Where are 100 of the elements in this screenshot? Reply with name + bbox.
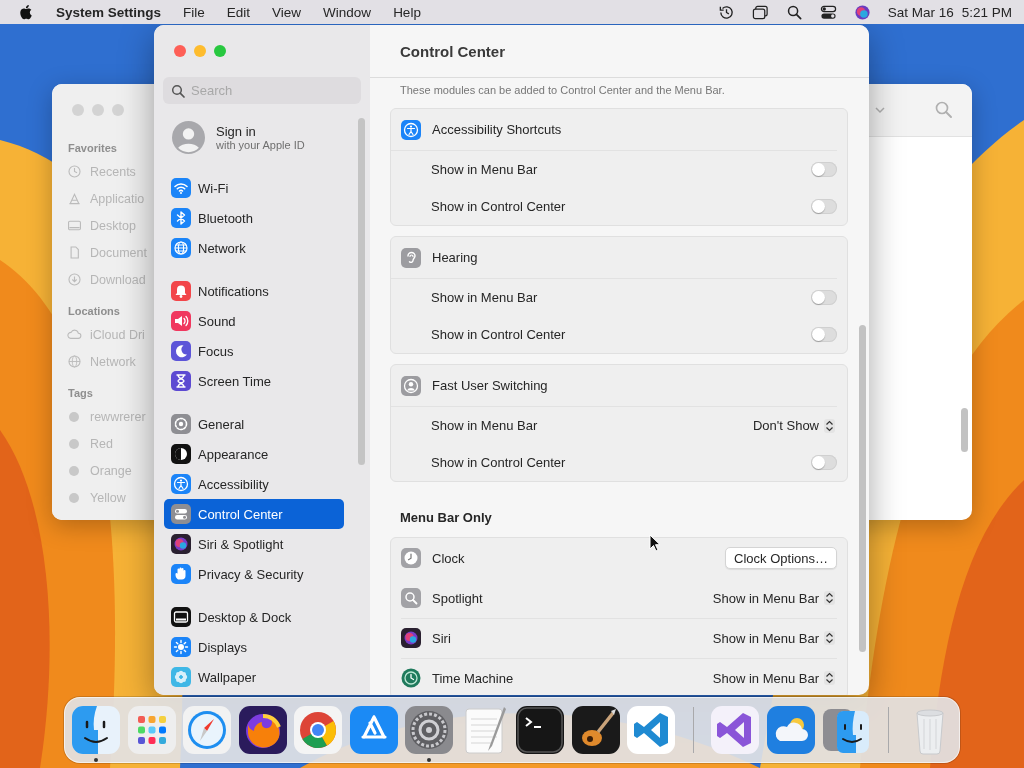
toggle-switch[interactable] <box>811 162 837 177</box>
apple-icon[interactable] <box>18 3 34 21</box>
menu-item[interactable]: View <box>272 4 302 20</box>
sidebar-item[interactable]: General <box>164 409 344 439</box>
sidebar-heading: Tags <box>67 386 93 401</box>
fox-icon[interactable] <box>237 705 288 755</box>
sidebar-item[interactable]: Bluetooth <box>164 203 344 233</box>
cloud-sun-icon[interactable] <box>765 705 816 755</box>
hand-icon <box>171 564 191 584</box>
sidebar-item[interactable]: Desktop & Dock <box>164 602 344 632</box>
sidebar-item[interactable]: Screen Time <box>164 366 344 396</box>
gear-icon <box>171 414 191 434</box>
search-icon <box>401 588 421 608</box>
sidebar-item[interactable]: Focus <box>164 336 344 366</box>
clock-icon <box>401 548 421 568</box>
setting-label: Show in Menu Bar <box>431 290 538 305</box>
module-name: Clock <box>432 550 466 566</box>
sidebar-item[interactable]: Appearance <box>164 439 344 469</box>
scrollbar[interactable] <box>961 408 968 452</box>
contrast-icon <box>171 444 191 464</box>
module-name: Fast User Switching <box>432 378 548 393</box>
popup-button[interactable]: Show in Menu Bar <box>706 668 837 688</box>
menu-item[interactable]: File <box>183 4 205 20</box>
module-name: Hearing <box>432 250 478 265</box>
clock-icon <box>401 668 421 688</box>
sidebar-item[interactable]: Sound <box>164 306 344 336</box>
section-title: Menu Bar Only <box>399 510 493 526</box>
menu-bar-date[interactable]: Sat Mar 16 <box>887 4 954 20</box>
flower-icon <box>171 667 191 687</box>
compass-icon[interactable] <box>182 705 232 755</box>
clock-icon <box>66 163 83 180</box>
terminal-icon[interactable] <box>515 705 565 755</box>
menu-bar-time[interactable]: 5:21 PM <box>961 4 1012 20</box>
orb-icon <box>401 628 421 648</box>
bluetooth-icon <box>171 208 191 228</box>
menu-item[interactable]: Help <box>393 4 421 20</box>
moon-icon <box>171 341 191 361</box>
chevron-down-icon[interactable] <box>874 104 886 116</box>
module-name: Siri <box>432 630 452 646</box>
popup-button[interactable]: Don't Show <box>746 416 837 435</box>
search-icon[interactable] <box>785 3 803 21</box>
account-title[interactable]: Sign in <box>216 123 305 139</box>
scrollbar[interactable] <box>859 325 866 652</box>
section-description: These modules can be added to Control Center and the Menu Bar. <box>399 84 726 98</box>
orb-icon <box>171 534 191 554</box>
globe-icon <box>171 238 191 258</box>
app-grid-icon[interactable] <box>126 705 177 755</box>
sidebar-item[interactable]: Accessibility <box>164 469 344 499</box>
menu-item[interactable]: Window <box>323 4 372 20</box>
toggle-switch[interactable] <box>811 455 837 470</box>
app-menu[interactable]: System Settings <box>56 4 162 20</box>
sidebar-item[interactable]: Notifications <box>164 276 344 306</box>
gear-icon[interactable] <box>404 705 454 755</box>
avatar-icon[interactable] <box>172 120 205 154</box>
ribbon-icon[interactable] <box>626 705 676 755</box>
tag-dot <box>69 492 79 503</box>
sidebar-heading: Favorites <box>67 141 117 156</box>
ear-icon <box>401 247 421 268</box>
zoom-button[interactable] <box>214 45 226 57</box>
sidebar-item[interactable]: Displays <box>164 632 344 662</box>
setting-label: Show in Control Center <box>431 455 566 470</box>
toggles-icon[interactable] <box>819 3 837 21</box>
close-button[interactable] <box>174 45 186 57</box>
sidebar-item[interactable]: Privacy & Security <box>164 559 344 589</box>
wifi-icon <box>171 178 191 198</box>
orb-icon[interactable] <box>853 3 871 21</box>
tag-dot <box>69 411 79 422</box>
windows-icon[interactable] <box>751 3 769 21</box>
hourglass-icon <box>171 371 191 391</box>
search-icon <box>171 84 185 98</box>
sidebar-item[interactable]: Wallpaper <box>164 662 344 692</box>
download-icon <box>66 271 83 288</box>
popup-button[interactable]: Show in Menu Bar <box>706 628 837 648</box>
toggle-switch[interactable] <box>811 199 837 214</box>
module-name: Accessibility Shortcuts <box>432 122 562 137</box>
sidebar-heading: Locations <box>67 304 120 319</box>
guitar-icon[interactable] <box>570 705 621 755</box>
sun-icon <box>171 637 191 657</box>
toggle-switch[interactable] <box>811 327 837 342</box>
sidebar-item[interactable]: Control Center <box>164 499 344 529</box>
sidebar-item[interactable]: Wi-Fi <box>164 173 344 203</box>
popup-button[interactable]: Show in Menu Bar <box>706 588 837 608</box>
setting-label: Show in Control Center <box>431 327 566 342</box>
setting-label: Show in Menu Bar <box>431 418 538 433</box>
tag-dot <box>69 438 79 449</box>
face-icon[interactable] <box>71 705 121 755</box>
updown-icon <box>824 671 835 685</box>
scrollbar[interactable] <box>358 118 365 465</box>
history-icon[interactable] <box>717 3 735 21</box>
module-name: Time Machine <box>432 670 515 686</box>
globe-icon <box>66 353 83 370</box>
accessibility-icon <box>401 119 421 140</box>
toggle-switch[interactable] <box>811 290 837 305</box>
setting-label: Show in Control Center <box>431 199 566 214</box>
sidebar-item[interactable]: Network <box>164 233 344 263</box>
sidebar-item[interactable]: Siri & Spotlight <box>164 529 344 559</box>
menu-item[interactable]: Edit <box>226 4 251 20</box>
bell-icon <box>171 281 191 301</box>
ribbon-icon[interactable] <box>710 705 760 755</box>
options-button[interactable]: Clock Options… <box>725 547 837 569</box>
